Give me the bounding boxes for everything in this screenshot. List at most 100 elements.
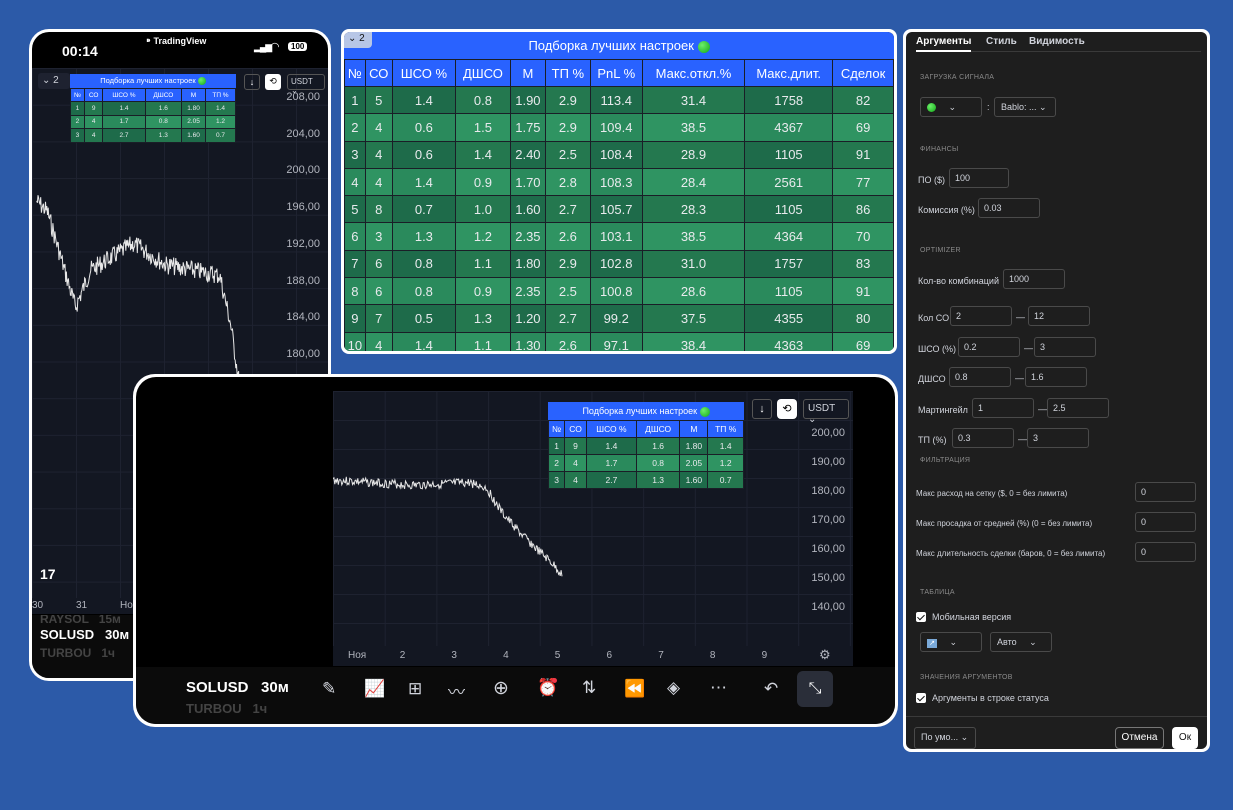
range-label: ДШСО xyxy=(918,374,946,384)
defaults-select[interactable]: По умо... ⌄ xyxy=(914,727,976,749)
table-cell: 105.7 xyxy=(589,195,643,224)
range-from-input[interactable]: 0.8 xyxy=(949,367,1011,387)
range-label: ШСО (%) xyxy=(918,343,957,354)
brush-icon[interactable]: ✎ xyxy=(322,679,336,699)
layers-icon[interactable]: ◈ xyxy=(667,678,680,698)
table-cell: 2 xyxy=(344,113,366,142)
range-to-input[interactable]: 1.6 xyxy=(1025,367,1087,387)
table-cell: 1.6 xyxy=(635,437,681,455)
filter-input[interactable]: 0 xyxy=(1135,542,1196,562)
filter-input[interactable]: 0 xyxy=(1135,482,1196,502)
filter-input[interactable]: 0 xyxy=(1135,512,1196,532)
table-cell: 2.7 xyxy=(585,471,637,489)
column-header: PnL % xyxy=(589,59,643,87)
range-separator: — xyxy=(1038,403,1047,414)
more-icon[interactable]: ⋯ xyxy=(710,678,727,698)
combos-input[interactable]: 1000 xyxy=(1003,269,1065,289)
time-tick: 3 xyxy=(451,650,457,661)
range-from-input[interactable]: 1 xyxy=(972,397,1034,418)
tab-visibility[interactable]: Видимость xyxy=(1029,36,1085,47)
trend-line-icon[interactable]: 〰 xyxy=(448,678,465,703)
status-bar: 00:14 ⁍ TradingView ▂▄▆ ◠ 100 xyxy=(32,32,328,64)
price-tick: 200,00 xyxy=(286,164,320,177)
price-tick: 180,00 xyxy=(811,485,845,497)
table-position-select[interactable]: Авто ⌄ xyxy=(990,632,1052,652)
commission-input[interactable]: 0.03 xyxy=(978,198,1040,218)
section-finance: ФИНАНСЫ xyxy=(920,146,959,153)
table-cell: 31.0 xyxy=(641,249,746,279)
download-button[interactable]: ↓ xyxy=(752,399,772,419)
table-cell: 4363 xyxy=(744,331,834,351)
table-row: 4 4 1.4 0.9 1.70 2.8 108.3 28.4 2561 77 xyxy=(344,167,894,197)
signal-source-select[interactable]: Bablo: ... ⌄ xyxy=(994,97,1056,117)
column-header: М xyxy=(509,59,547,87)
alert-clock-icon[interactable]: ⏰ xyxy=(537,678,558,698)
table-cell: 1.60 xyxy=(679,471,709,489)
table-row: 10 4 1.4 1.1 1.30 2.6 97.1 38.4 4363 69 xyxy=(344,331,894,351)
table-cell: 2.5 xyxy=(545,277,591,306)
collapse-toggle[interactable]: ⌄ 2 xyxy=(344,32,372,48)
exit-fullscreen-button[interactable]: ⤡ xyxy=(797,671,833,707)
mobile-version-checkbox[interactable] xyxy=(916,612,926,622)
table-cell: 28.3 xyxy=(641,195,746,224)
range-to-input[interactable]: 3 xyxy=(1034,336,1096,357)
table-cell: 83 xyxy=(832,249,894,279)
cancel-button[interactable]: Отмена xyxy=(1115,727,1164,749)
add-icon[interactable]: ⊕ xyxy=(493,677,509,700)
filter-label: Макс просадка от средней (%) (0 = без ли… xyxy=(916,519,1093,528)
table-cell: 3 xyxy=(344,140,366,169)
symbol-picker[interactable]: SOLUSD 30м TURBOU 1ч xyxy=(186,667,316,717)
table-cell: 2561 xyxy=(744,167,834,197)
table-cell: 0.8 xyxy=(635,454,681,472)
range-to-input[interactable]: 12 xyxy=(1028,306,1090,326)
table-cell: 7 xyxy=(364,304,393,333)
price-tick: 200,00 xyxy=(811,427,845,439)
range-from-input[interactable]: 0.2 xyxy=(958,336,1020,357)
table-cell: 1.60 xyxy=(509,195,547,224)
po-input[interactable]: 100 xyxy=(949,168,1009,188)
settings-gear-icon[interactable]: ⚙ xyxy=(819,647,831,663)
table-cell: 28.6 xyxy=(641,277,746,306)
section-optimizer: OPTIMIZER xyxy=(920,247,961,254)
table-cell: 8 xyxy=(344,277,366,306)
tab-style[interactable]: Стиль xyxy=(986,36,1017,47)
tab-arguments[interactable]: Аргументы xyxy=(916,36,972,52)
table-cell: 2.5 xyxy=(545,140,591,169)
ok-button[interactable]: Ок xyxy=(1172,727,1198,749)
status-args-checkbox[interactable] xyxy=(916,693,926,703)
range-from-input[interactable]: 2 xyxy=(950,306,1012,326)
signal-color-select[interactable]: ⌄ xyxy=(920,97,982,117)
table-cell: 4 xyxy=(364,331,393,351)
table-cell: 2 xyxy=(547,454,566,472)
range-to-input[interactable]: 2.5 xyxy=(1047,397,1109,418)
combos-label: Кол-во комбинаций xyxy=(918,276,999,286)
currency-select[interactable]: USDT ⌄ xyxy=(803,399,849,425)
rewind-icon[interactable]: ⏪ xyxy=(624,679,645,699)
table-cell: 7 xyxy=(344,249,366,279)
table-position-icon-select[interactable]: ↗ ⌄ xyxy=(920,632,982,652)
table-cell: 113.4 xyxy=(589,85,643,115)
table-cell: 1.3 xyxy=(635,471,681,489)
table-row: 2 4 1.7 0.8 2.05 1.2 xyxy=(547,454,744,472)
table-cell: 69 xyxy=(832,113,894,142)
range-to-input[interactable]: 3 xyxy=(1027,428,1089,448)
bar-replay-icon[interactable]: ⇅ xyxy=(582,678,596,698)
table-cell: 5 xyxy=(364,85,393,115)
main-table-panel: Подборка лучших настроек ⌄ 2 № СО ШСО % ДШС… xyxy=(341,29,897,354)
table-cell: 38.4 xyxy=(641,331,746,351)
table-cell: 2.7 xyxy=(545,195,591,224)
table-cell: 2.40 xyxy=(509,140,547,169)
table-cell: 28.9 xyxy=(641,140,746,169)
compare-button[interactable]: ⟲ xyxy=(777,399,797,419)
range-from-input[interactable]: 0.3 xyxy=(952,428,1014,448)
indicators-icon[interactable]: 📈 xyxy=(364,679,385,699)
table-row: 1 5 1.4 0.8 1.90 2.9 113.4 31.4 1758 82 xyxy=(344,85,894,115)
time-tick: 31 xyxy=(76,600,88,611)
undo-icon[interactable]: ↶ xyxy=(764,679,778,699)
table-cell: 3 xyxy=(364,222,393,251)
clock: 00:14 xyxy=(62,43,98,59)
table-cell: 0.9 xyxy=(455,277,511,306)
layout-grid-icon[interactable]: ⊞ xyxy=(408,679,422,699)
table-cell: 1757 xyxy=(744,249,834,279)
table-cell: 1105 xyxy=(744,195,834,224)
